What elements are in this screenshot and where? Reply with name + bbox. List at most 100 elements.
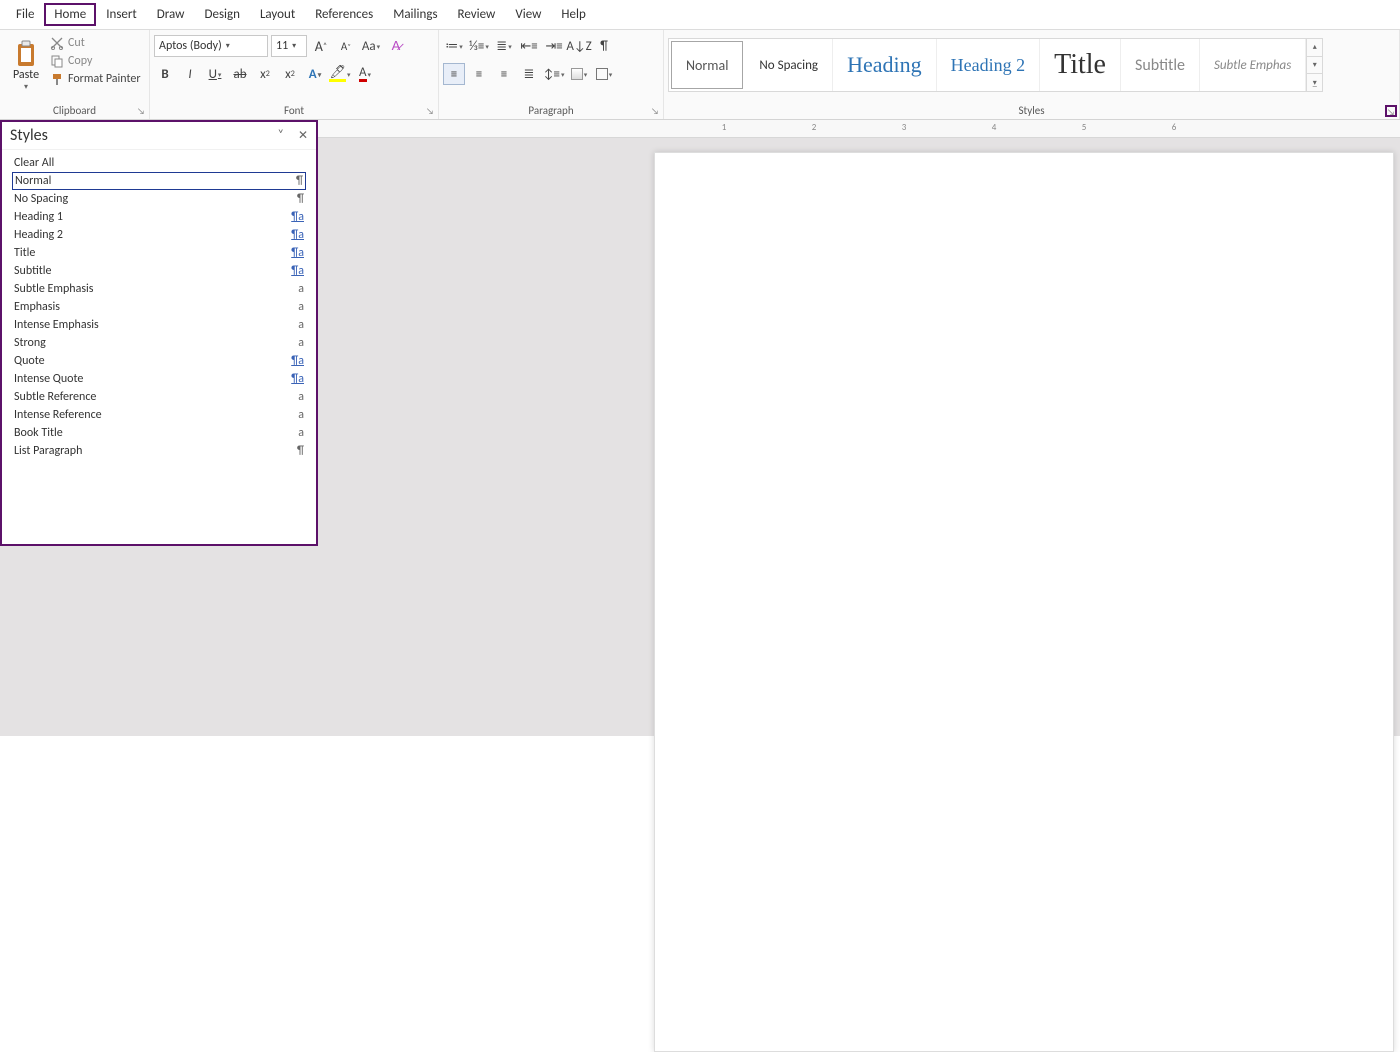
- paragraph-launcher[interactable]: ↘: [649, 105, 661, 117]
- style-swatch-no-spacing[interactable]: No Spacing: [745, 39, 833, 91]
- pane-close-button[interactable]: ✕: [298, 128, 308, 143]
- font-size-value: 11: [276, 39, 288, 53]
- style-swatch-heading-2[interactable]: Heading 2: [937, 39, 1040, 91]
- superscript-button[interactable]: x2: [279, 63, 301, 85]
- borders-button[interactable]: ▾: [593, 63, 615, 85]
- font-launcher[interactable]: ↘: [424, 105, 436, 117]
- gallery-down-button[interactable]: ▾: [1307, 57, 1322, 75]
- tab-view[interactable]: View: [505, 3, 551, 26]
- style-row-title[interactable]: Title¶a: [12, 244, 306, 262]
- tab-help[interactable]: Help: [551, 3, 595, 26]
- ribbon: Paste ▾ Cut Copy Format Painter Clipboar…: [0, 30, 1400, 120]
- numbering-button[interactable]: ⅓≡▾: [468, 35, 490, 57]
- style-row-book-title[interactable]: Book Titlea: [12, 424, 306, 442]
- styles-group-label: Styles: [664, 104, 1399, 117]
- tab-home[interactable]: Home: [44, 3, 96, 26]
- shrink-font-button[interactable]: A˅: [335, 35, 357, 57]
- styles-group: NormalNo SpacingHeadingHeading 2TitleSub…: [664, 30, 1400, 119]
- align-right-button[interactable]: ≡: [493, 63, 515, 85]
- font-name-value: Aptos (Body): [159, 39, 222, 53]
- style-swatch-title[interactable]: Title: [1040, 39, 1121, 91]
- styles-gallery: NormalNo SpacingHeadingHeading 2TitleSub…: [668, 38, 1307, 92]
- line-spacing-button[interactable]: ↕≡▾: [543, 63, 565, 85]
- styles-pane-title: Styles: [10, 126, 48, 145]
- copy-button[interactable]: Copy: [48, 52, 141, 70]
- clear-formatting-button[interactable]: A̷: [385, 35, 407, 57]
- style-row-heading-1[interactable]: Heading 1¶a: [12, 208, 306, 226]
- bold-button[interactable]: B: [154, 63, 176, 85]
- tab-draw[interactable]: Draw: [147, 3, 195, 26]
- grow-font-button[interactable]: A˄: [310, 35, 332, 57]
- clipboard-launcher[interactable]: ↘: [135, 105, 147, 117]
- multilevel-button[interactable]: ≣▾: [493, 35, 515, 57]
- format-painter-label: Format Painter: [68, 72, 141, 86]
- clipboard-group: Paste ▾ Cut Copy Format Painter Clipboar…: [0, 30, 150, 119]
- tab-layout[interactable]: Layout: [250, 3, 305, 26]
- paragraph-mark-icon: a: [286, 300, 304, 314]
- style-row-quote[interactable]: Quote¶a: [12, 352, 306, 370]
- style-row-normal[interactable]: Normal¶: [12, 172, 306, 190]
- strike-button[interactable]: ab: [229, 63, 251, 85]
- cut-button[interactable]: Cut: [48, 34, 141, 52]
- style-row-list-paragraph[interactable]: List Paragraph¶: [12, 442, 306, 460]
- tab-design[interactable]: Design: [194, 3, 249, 26]
- style-row-subtitle[interactable]: Subtitle¶a: [12, 262, 306, 280]
- style-swatch-subtitle[interactable]: Subtitle: [1121, 39, 1200, 91]
- horizontal-ruler[interactable]: 123456: [318, 120, 1400, 138]
- font-size-combo[interactable]: 11▾: [271, 35, 307, 57]
- italic-button[interactable]: I: [179, 63, 201, 85]
- font-color-button[interactable]: A▾: [354, 63, 376, 85]
- bullets-button[interactable]: ≔▾: [443, 35, 465, 57]
- style-row-heading-2[interactable]: Heading 2¶a: [12, 226, 306, 244]
- style-swatch-heading-1[interactable]: Heading: [833, 39, 937, 91]
- align-left-button[interactable]: ≡: [443, 63, 465, 85]
- pane-options-button[interactable]: ˅: [277, 128, 283, 143]
- style-row-intense-quote[interactable]: Intense Quote¶a: [12, 370, 306, 388]
- subscript-button[interactable]: x2: [254, 63, 276, 85]
- clear-all-button[interactable]: Clear All: [12, 154, 306, 172]
- highlight-button[interactable]: 🖊▾: [329, 63, 351, 85]
- style-row-subtle-reference[interactable]: Subtle Reference a: [12, 388, 306, 406]
- tab-references[interactable]: References: [305, 3, 383, 26]
- style-name-label: Subtle Reference: [14, 390, 96, 404]
- style-row-emphasis[interactable]: Emphasisa: [12, 298, 306, 316]
- styles-launcher[interactable]: ↘: [1385, 105, 1397, 117]
- style-row-no-spacing[interactable]: No Spacing¶: [12, 190, 306, 208]
- paste-button[interactable]: Paste ▾: [4, 34, 48, 98]
- style-name-label: No Spacing: [14, 192, 68, 206]
- clear-all-label: Clear All: [14, 156, 54, 170]
- paragraph-mark-icon: ¶a: [286, 372, 304, 386]
- style-swatch-normal[interactable]: Normal: [671, 41, 743, 89]
- style-row-intense-emphasis[interactable]: Intense Emphasisa: [12, 316, 306, 334]
- scissors-icon: [50, 36, 64, 50]
- sort-button[interactable]: A↓Z: [568, 35, 590, 57]
- style-swatch-subtle-emphasis[interactable]: Subtle Emphas: [1200, 39, 1306, 91]
- ruler-number: 3: [902, 122, 907, 133]
- paragraph-mark-icon: a: [286, 318, 304, 332]
- tab-mailings[interactable]: Mailings: [383, 3, 447, 26]
- style-row-strong[interactable]: Stronga: [12, 334, 306, 352]
- justify-button[interactable]: ≣: [518, 63, 540, 85]
- document-page[interactable]: [654, 152, 1394, 1052]
- document-area: 123456: [318, 120, 1400, 736]
- change-case-button[interactable]: Aa▾: [360, 35, 382, 57]
- font-name-combo[interactable]: Aptos (Body)▾: [154, 35, 268, 57]
- tab-insert[interactable]: Insert: [96, 3, 147, 26]
- decrease-indent-button[interactable]: ⇤≡: [518, 35, 540, 57]
- style-row-intense-reference[interactable]: Intense Referencea: [12, 406, 306, 424]
- gallery-more-button[interactable]: ▾̲: [1307, 74, 1322, 91]
- align-center-button[interactable]: ≡: [468, 63, 490, 85]
- paste-label: Paste: [13, 68, 39, 82]
- text-effects-button[interactable]: A▾: [304, 63, 326, 85]
- style-row-subtle-emphasis[interactable]: Subtle Emphasisa: [12, 280, 306, 298]
- tab-review[interactable]: Review: [448, 3, 506, 26]
- tab-file[interactable]: File: [6, 3, 44, 26]
- paragraph-mark-icon: a: [286, 408, 304, 422]
- format-painter-button[interactable]: Format Painter: [48, 70, 141, 88]
- increase-indent-button[interactable]: ⇥≡: [543, 35, 565, 57]
- underline-button[interactable]: U▾: [204, 63, 226, 85]
- show-marks-button[interactable]: ¶: [593, 35, 615, 57]
- paragraph-mark-icon: a: [286, 390, 304, 404]
- gallery-up-button[interactable]: ▴: [1307, 39, 1322, 57]
- shading-button[interactable]: ▾: [568, 63, 590, 85]
